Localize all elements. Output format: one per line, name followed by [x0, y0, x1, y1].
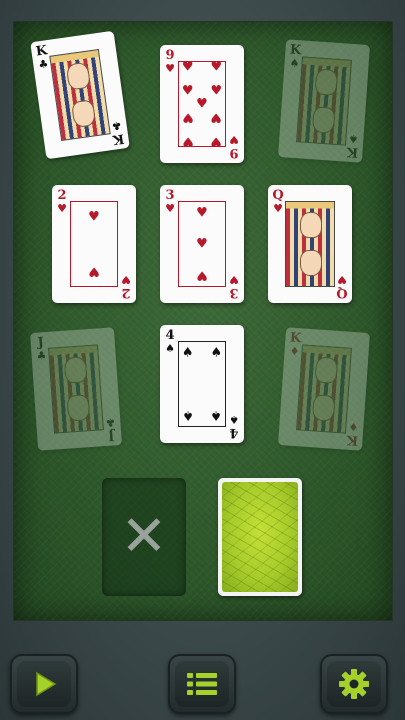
x-icon: ✕	[120, 504, 168, 569]
suit-icon: ♦	[348, 419, 359, 434]
card-corner-index: 2 ♥	[56, 189, 68, 215]
card-rank: J	[107, 427, 115, 443]
discard-slot[interactable]: ✕	[102, 478, 186, 596]
card-rank: K	[346, 431, 359, 448]
suit-pip-icon: ♠	[210, 345, 223, 361]
suit-icon: ♥	[165, 202, 175, 215]
suit-icon: ♠	[165, 342, 175, 355]
suit-pip-icon: ♥	[181, 133, 194, 149]
settings-button[interactable]	[320, 654, 388, 714]
suit-icon: ♥	[229, 273, 239, 286]
suit-icon: ♣	[105, 415, 116, 430]
suit-pip-icon: ♠	[181, 345, 194, 361]
suit-icon: ♦	[289, 344, 300, 359]
suit-icon: ♠	[289, 56, 300, 71]
card-corner-index: K ♠	[288, 42, 302, 71]
suit-icon: ♠	[229, 413, 239, 426]
suit-icon: ♠	[348, 131, 359, 146]
suit-pip-icon: ♥	[196, 205, 208, 221]
play-button[interactable]	[10, 654, 78, 714]
card-rank: 9	[165, 48, 175, 63]
gear-icon	[339, 669, 369, 699]
playing-card[interactable]: K ♦ K ♦	[277, 327, 371, 451]
suit-icon: ♥	[57, 202, 67, 215]
suit-pip-icon: ♥	[210, 59, 223, 75]
playing-card[interactable]: K ♣ K ♣	[30, 30, 130, 160]
suit-icon: ♥	[273, 202, 283, 215]
playing-card[interactable]: J ♣ J ♣	[29, 327, 123, 451]
face-card-art	[296, 56, 352, 146]
card-rank: 3	[165, 188, 175, 203]
card-corner-index: K ♣	[110, 118, 126, 147]
card-corner-index: J ♣	[34, 335, 48, 363]
card-corner-index: 4 ♠	[164, 329, 176, 355]
playing-card[interactable]: K ♠ K ♠	[277, 39, 371, 163]
suit-pip-icon: ♥	[181, 59, 194, 75]
playing-card[interactable]: Q ♥ Q ♥	[268, 185, 352, 303]
face-card-art	[48, 344, 104, 434]
card-corner-index: K ♠	[346, 131, 360, 160]
face-card-art	[285, 201, 335, 287]
card-corner-index: K ♣	[35, 43, 51, 72]
suit-pip-icon: ♥	[88, 263, 100, 279]
suit-icon: ♣	[110, 118, 123, 133]
face-card-art	[296, 344, 352, 434]
toolbar	[0, 628, 405, 720]
playing-card[interactable]: 2 ♥ 2 ♥ ♥ ♥	[52, 185, 136, 303]
card-rank: K	[289, 42, 302, 59]
suit-pip-icon: ♥	[196, 96, 208, 112]
card-rank: 2	[121, 285, 131, 300]
suit-pip-icon: ♠	[181, 407, 194, 423]
suit-icon: ♣	[37, 57, 50, 72]
card-corner-index: 2 ♥	[120, 273, 132, 300]
suit-icon: ♥	[229, 133, 239, 146]
suit-icon: ♣	[36, 348, 47, 363]
card-rank: K	[346, 143, 359, 160]
card-rank: 9	[229, 145, 239, 160]
suit-icon: ♥	[121, 273, 131, 286]
card-corner-index: J ♣	[104, 415, 118, 442]
card-rank: Q	[272, 188, 284, 203]
card-corner-index: 3 ♥	[164, 189, 176, 215]
play-icon	[36, 671, 57, 697]
card-corner-index: Q ♥	[336, 273, 348, 300]
draw-deck[interactable]	[218, 478, 302, 596]
suit-icon: ♥	[165, 62, 175, 75]
menu-button[interactable]	[168, 654, 236, 714]
playing-card[interactable]: 4 ♠ 4 ♠ ♠ ♠ ♠ ♠	[160, 325, 244, 443]
card-back	[222, 482, 298, 592]
suit-pip-icon: ♠	[210, 407, 223, 423]
suit-pip-icon: ♥	[196, 236, 208, 252]
suit-pip-icon: ♥	[181, 83, 194, 99]
card-corner-index: Q ♥	[272, 189, 284, 215]
card-rank: K	[289, 330, 302, 347]
suit-pip-icon: ♥	[196, 267, 208, 283]
face-card-art	[49, 48, 111, 142]
card-rank: K	[111, 130, 126, 147]
card-corner-index: 9 ♥	[228, 133, 240, 160]
card-rank: J	[37, 335, 45, 351]
card-rank: Q	[336, 285, 348, 300]
playing-card[interactable]: 3 ♥ 3 ♥ ♥ ♥ ♥	[160, 185, 244, 303]
card-corner-index: 9 ♥	[164, 49, 176, 75]
card-rank: 4	[229, 425, 239, 440]
suit-pip-icon: ♥	[210, 109, 223, 125]
card-corner-index: K ♦	[346, 419, 360, 448]
suit-pip-icon: ♥	[210, 133, 223, 149]
playing-card[interactable]: 9 ♥ 9 ♥ ♥ ♥ ♥ ♥ ♥ ♥ ♥ ♥ ♥	[160, 45, 244, 163]
menu-list-icon	[187, 673, 217, 695]
card-corner-index: 4 ♠	[228, 413, 240, 440]
card-corner-index: 3 ♥	[228, 273, 240, 300]
card-corner-index: K ♦	[288, 330, 302, 359]
suit-pip-icon: ♥	[181, 109, 194, 125]
suit-pip-icon: ♥	[88, 209, 100, 225]
card-rank: 4	[165, 328, 175, 343]
suit-icon: ♥	[337, 273, 347, 286]
suit-pip-icon: ♥	[210, 83, 223, 99]
card-rank: 3	[229, 285, 239, 300]
card-rank: 2	[57, 188, 67, 203]
